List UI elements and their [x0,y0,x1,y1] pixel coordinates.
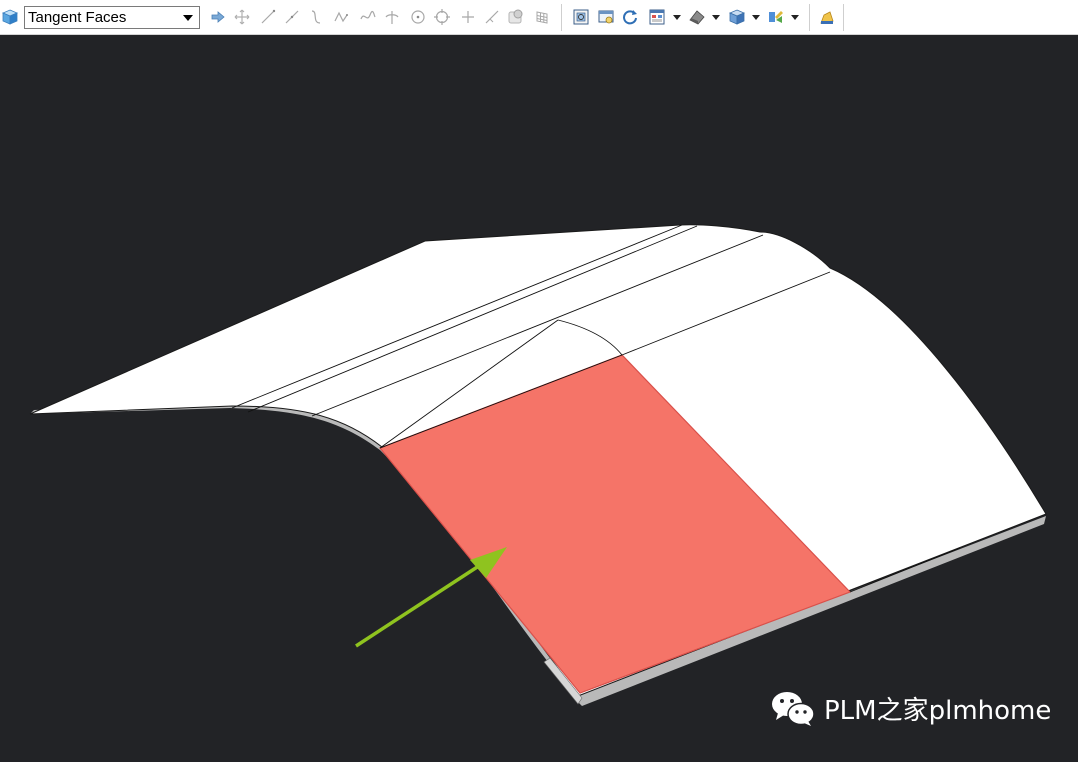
fit-view-icon[interactable] [571,7,591,27]
cross-arc-icon[interactable] [382,7,402,27]
shading-dropdown-arrow[interactable] [712,15,720,20]
move-icon[interactable] [232,7,252,27]
chevron-down-icon [183,15,193,21]
display-options-icon[interactable] [766,7,786,27]
circle-target-icon[interactable] [432,7,452,27]
toolbar-separator [843,4,844,31]
snap-icon[interactable] [817,7,837,27]
line-icon-2[interactable] [282,7,302,27]
watermark: PLM之家plmhome [770,688,1051,728]
render-sphere-icon[interactable] [506,7,526,27]
layers-dropdown-arrow[interactable] [673,15,681,20]
curve-icon[interactable] [306,7,326,27]
wechat-icon [772,692,815,726]
spline-icon[interactable] [332,7,352,27]
diagonal-line-icon[interactable] [482,7,502,27]
shading-icon[interactable] [687,7,707,27]
watermark-text: PLM之家plmhome [824,695,1052,726]
grid-icon[interactable] [532,7,552,27]
model-canvas [29,224,1047,706]
toolbar-separator [809,4,810,31]
view-cube-icon[interactable] [0,7,20,27]
zoom-window-icon[interactable] [596,7,616,27]
annotation-arrow [355,547,507,648]
cube-view-dropdown-arrow[interactable] [752,15,760,20]
graphics-viewport[interactable] [0,35,1078,757]
toolbar-separator [561,4,562,31]
rotate-icon[interactable] [620,7,640,27]
circle-center-icon[interactable] [408,7,428,27]
selection-filter-value: Tangent Faces [28,9,127,26]
selection-filter-dropdown[interactable]: Tangent Faces [24,6,200,29]
arrow-right-icon[interactable] [208,7,228,27]
toolbar: Tangent Faces [0,0,1078,35]
plus-icon[interactable] [458,7,478,27]
cube-view-icon[interactable] [727,7,747,27]
wave-icon[interactable] [358,7,378,27]
layers-icon[interactable] [647,7,667,27]
display-options-dropdown-arrow[interactable] [791,15,799,20]
line-icon[interactable] [258,7,278,27]
